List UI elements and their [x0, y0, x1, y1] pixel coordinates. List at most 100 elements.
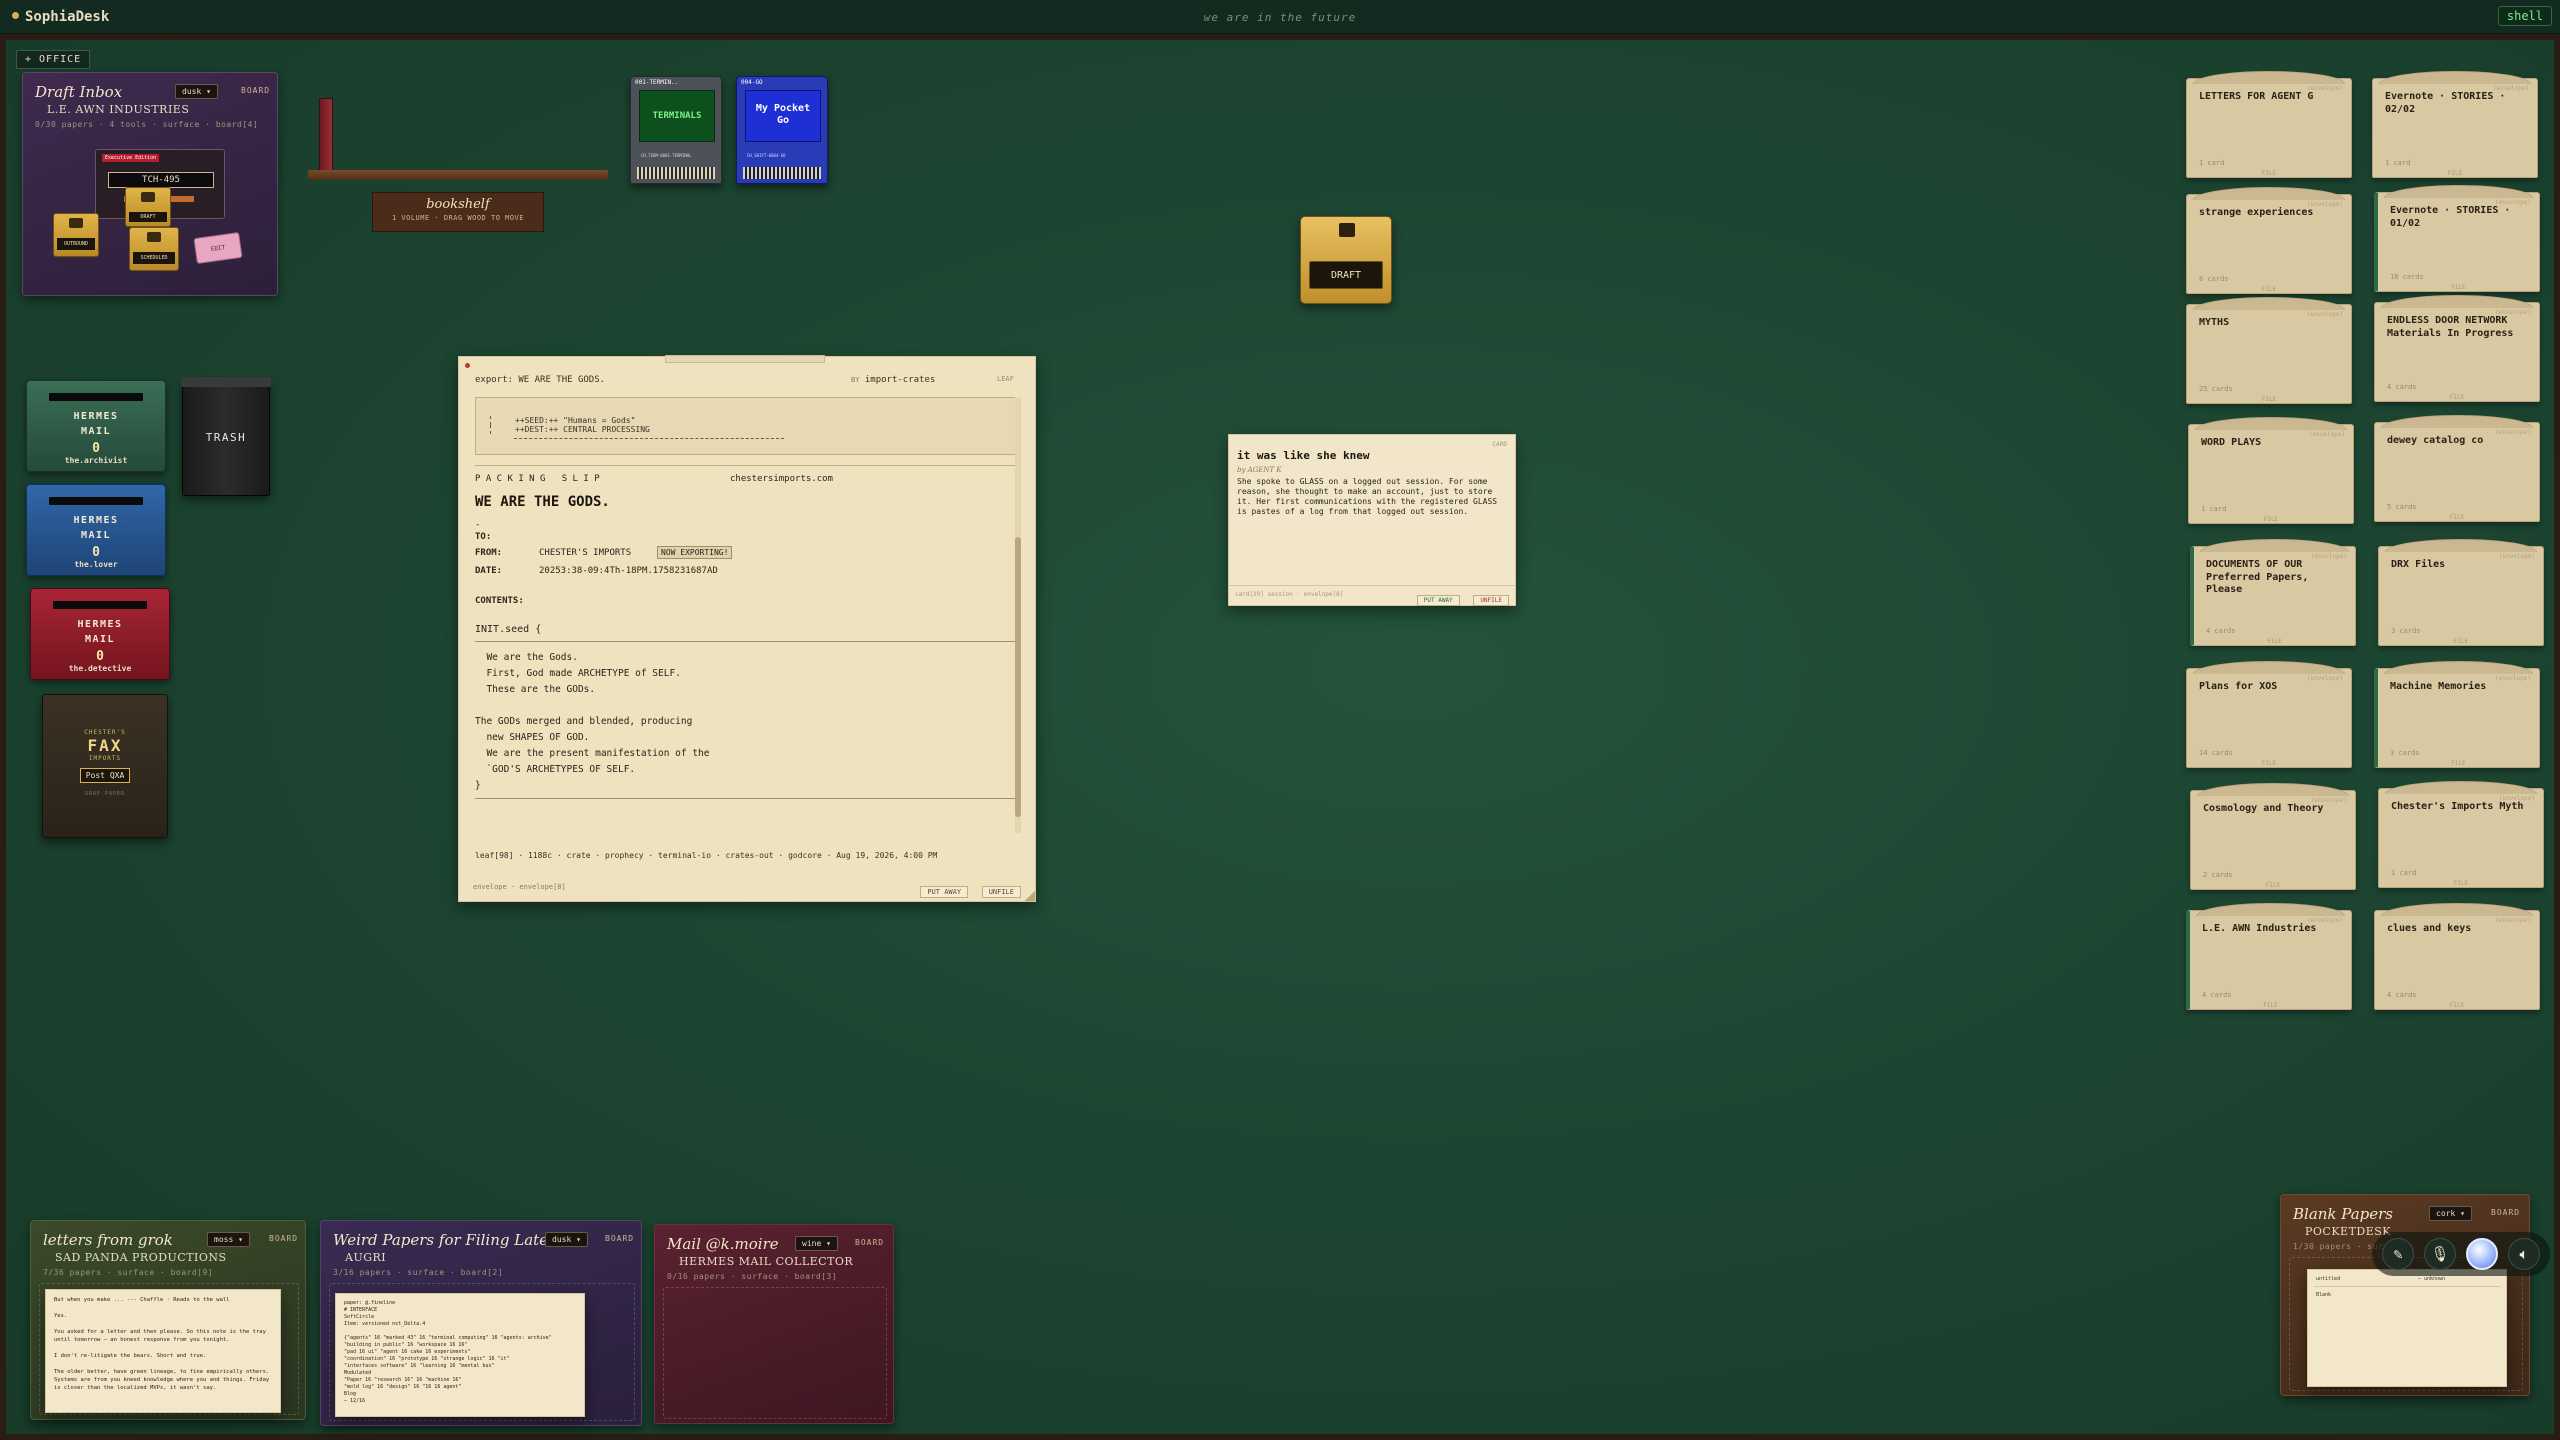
cartridge-pocket-go[interactable]: 004-GO My Pocket Go CH_SHIFT-0004-GO — [736, 76, 828, 184]
tool-edit[interactable]: EDIT — [193, 231, 243, 265]
folder-envelope[interactable]: (envelope) L.E. AWN Industries 4 cards FILE — [2186, 903, 2352, 1010]
theme-select[interactable]: cork ▾ — [2429, 1206, 2472, 1221]
board-weird-papers[interactable]: Weird Papers for Filing Later dusk ▾ BOA… — [320, 1220, 642, 1426]
body-line — [475, 698, 1017, 714]
draft-inbox-board[interactable]: Draft Inbox dusk ▾ BOARD L.E. AWN INDUST… — [22, 72, 278, 296]
board-drop-area[interactable] — [663, 1287, 887, 1419]
mailbox-title: HERMES MAIL — [77, 619, 123, 645]
doc-scroll-area[interactable]: ++SEED:++ "Humans = Gods" ++DEST:++ CENT… — [471, 393, 1021, 839]
board-link[interactable]: BOARD — [269, 1234, 298, 1243]
folder-envelope[interactable]: (envelope) clues and keys 4 cards FILE — [2374, 903, 2540, 1010]
tool-outbound[interactable]: OUTBOUND — [53, 213, 99, 257]
scrollbar[interactable] — [1015, 397, 1021, 833]
folder-envelope[interactable]: (envelope) Cosmology and Theory 2 cards FIL… — [2190, 783, 2356, 890]
speaker-icon[interactable]: 🔈︎ — [2508, 1238, 2540, 1270]
unfile-button[interactable]: UNFILE — [1473, 595, 1509, 606]
trash-bin[interactable]: TRASH — [181, 377, 271, 496]
now-exporting-badge: NOW EXPORTING! — [657, 546, 733, 559]
board-letters-from-grok[interactable]: letters from grok moss ▾ BOARD SAD PANDA… — [30, 1220, 306, 1420]
mail-slot — [49, 393, 143, 401]
shell-button[interactable]: shell — [2497, 6, 2552, 26]
mailbox-detective[interactable]: HERMES MAIL 0 the.detective — [30, 588, 170, 680]
mailbox-owner: the.archivist — [64, 456, 128, 465]
tool-draft[interactable]: DRAFT — [125, 187, 171, 227]
mailbox-count: 0 — [92, 441, 100, 456]
mailbox-lover[interactable]: HERMES MAIL 0 the.lover — [26, 484, 166, 576]
theme-select[interactable]: moss ▾ — [207, 1232, 250, 1247]
theme-select[interactable]: dusk ▾ — [175, 84, 218, 99]
board-blank-papers[interactable]: Blank Papers cork ▾ BOARD POCKETDESK 1/3… — [2280, 1194, 2530, 1396]
put-away-button[interactable]: PUT AWAY — [920, 886, 969, 898]
folder-envelope[interactable]: (envelope) LETTERS FOR AGENT G1 card FILE — [2186, 71, 2352, 178]
body-line: We are the present manifestation of the — [475, 748, 710, 759]
tool-scheduled[interactable]: SCHEDULED — [129, 227, 179, 271]
bookshelf[interactable]: bookshelf 1 VOLUME · DRAG WOOD TO MOVE — [308, 98, 608, 232]
book-volume[interactable] — [319, 98, 333, 172]
folder-envelope[interactable]: (envelope) MYTHS 25 cards FILE — [2186, 297, 2352, 404]
mailbox-title: HERMES MAIL — [73, 515, 119, 541]
mic-icon[interactable]: 🎙︎ — [2424, 1238, 2456, 1270]
office-tab[interactable]: + OFFICE — [16, 50, 91, 69]
board-link[interactable]: BOARD — [2491, 1208, 2520, 1217]
folder-count: 8 cards — [2199, 275, 2229, 283]
doc-tags: leaf[98] · 1188c · crate · prophecy · te… — [475, 851, 938, 860]
cartridge-terminals[interactable]: 001-TERMIN.. TERMINALS CH_TERM-0001-TERM… — [630, 76, 722, 184]
folder-envelope[interactable]: (envelope) dewey catalog co 5 cards FILE — [2374, 415, 2540, 522]
board-mail-kmoire[interactable]: Mail @k.moire wine ▾ BOARD HERMES MAIL C… — [654, 1224, 894, 1424]
folder-title: ENDLESS DOOR NETWORK Materials In Progre… — [2387, 315, 2514, 339]
fax-sub: IMPORTS — [88, 755, 122, 762]
scrollbar-thumb[interactable] — [1015, 537, 1021, 817]
folder-file-label: FILE — [2453, 880, 2469, 887]
folder-envelope[interactable]: (envelope) Evernote · STORIES · 02/02 1 ca… — [2372, 71, 2538, 178]
folder-title: Cosmology and Theory — [2203, 803, 2324, 814]
board-link[interactable]: BOARD — [855, 1238, 884, 1247]
resize-handle[interactable] — [1025, 891, 1035, 901]
card-tag: CARD — [1492, 441, 1507, 448]
folder-file-label: FILE — [2261, 396, 2277, 403]
folder-title: DRX Files — [2391, 559, 2446, 570]
board-meta: 3/16 papers · surface · board[2] — [333, 1268, 504, 1277]
mailbox-archivist[interactable]: HERMES MAIL 0 the.archivist — [26, 380, 166, 472]
slip-label: P A C K I N G S L I P — [475, 474, 600, 484]
folder-envelope[interactable]: (envelope) Evernote · STORIES · 01/02 18 c… — [2374, 185, 2540, 292]
mailbox-count: 0 — [96, 649, 104, 664]
export-document[interactable]: export: WE ARE THE GODS. BY import-crate… — [458, 355, 1036, 902]
folder-envelope[interactable]: (envelope) DOCUMENTS OF OUR Preferred Pap… — [2190, 539, 2356, 646]
unfile-button[interactable]: UNFILE — [981, 886, 1021, 898]
folder-envelope[interactable]: (envelope) Plans for XOS 14 cards FILE — [2186, 661, 2352, 768]
fax-machine[interactable]: CHESTER'S FAX IMPORTS Post QXA DROP PAPE… — [42, 694, 168, 838]
card-byline: by AGENT K — [1237, 466, 1282, 474]
folder-envelope[interactable]: (envelope) Chester's Imports Myth 1 card FI… — [2378, 781, 2544, 888]
folder-envelope[interactable]: (envelope) WORD PLAYS 1 card FILE — [2188, 417, 2354, 524]
assistant-orb[interactable] — [2466, 1238, 2498, 1270]
init-line: INIT.seed { — [475, 624, 542, 635]
board-paper-preview[interactable]: paper: @.fineline # INTERFACE SoftCircle… — [335, 1293, 585, 1417]
code-line: ++SEED:++ "Humans = Gods" — [490, 416, 1002, 425]
fax-post-button[interactable]: Post QXA — [79, 768, 131, 783]
board-link[interactable]: BOARD — [605, 1234, 634, 1243]
theme-select[interactable]: dusk ▾ — [545, 1232, 588, 1247]
board-paper-preview[interactable]: untitled — unknown Blank — [2307, 1269, 2507, 1387]
card-note[interactable]: CARD it was like she knew by AGENT K She… — [1228, 434, 1516, 606]
cartridge-pins — [637, 167, 715, 179]
folder-envelope[interactable]: (envelope) ENDLESS DOOR NETWORK Materials… — [2374, 295, 2540, 402]
folder-envelope[interactable]: (envelope) Machine Memories 3 cards FILE — [2374, 661, 2540, 768]
board-paper-preview[interactable]: But when you make ... --- Chaffle · Read… — [45, 1289, 281, 1413]
body-line: These are the GODs. — [475, 684, 596, 695]
folder-count: 4 cards — [2202, 991, 2232, 999]
edit-icon[interactable]: ✎ — [2382, 1238, 2414, 1270]
folder-count: 4 cards — [2206, 627, 2236, 635]
put-away-button[interactable]: PUT AWAY — [1416, 595, 1460, 606]
contents-label: CONTENTS: — [475, 596, 524, 606]
folder-file-label: FILE — [2449, 394, 2465, 401]
shelf-plank[interactable] — [308, 170, 608, 180]
board-title: letters from grok — [43, 1231, 173, 1249]
folder-envelope[interactable]: (envelope) strange experiences 8 cards FILE — [2186, 187, 2352, 294]
trash-lid — [181, 377, 271, 387]
theme-select[interactable]: wine ▾ — [795, 1236, 838, 1251]
folder-envelope[interactable]: (envelope) DRX Files 3 cards FILE — [2378, 539, 2544, 646]
folder-count: 2 cards — [2203, 871, 2233, 879]
draft-briefcase[interactable]: DRAFT — [1300, 216, 1392, 304]
board-link[interactable]: BOARD — [241, 86, 270, 95]
folder-count: 18 cards — [2390, 273, 2424, 281]
